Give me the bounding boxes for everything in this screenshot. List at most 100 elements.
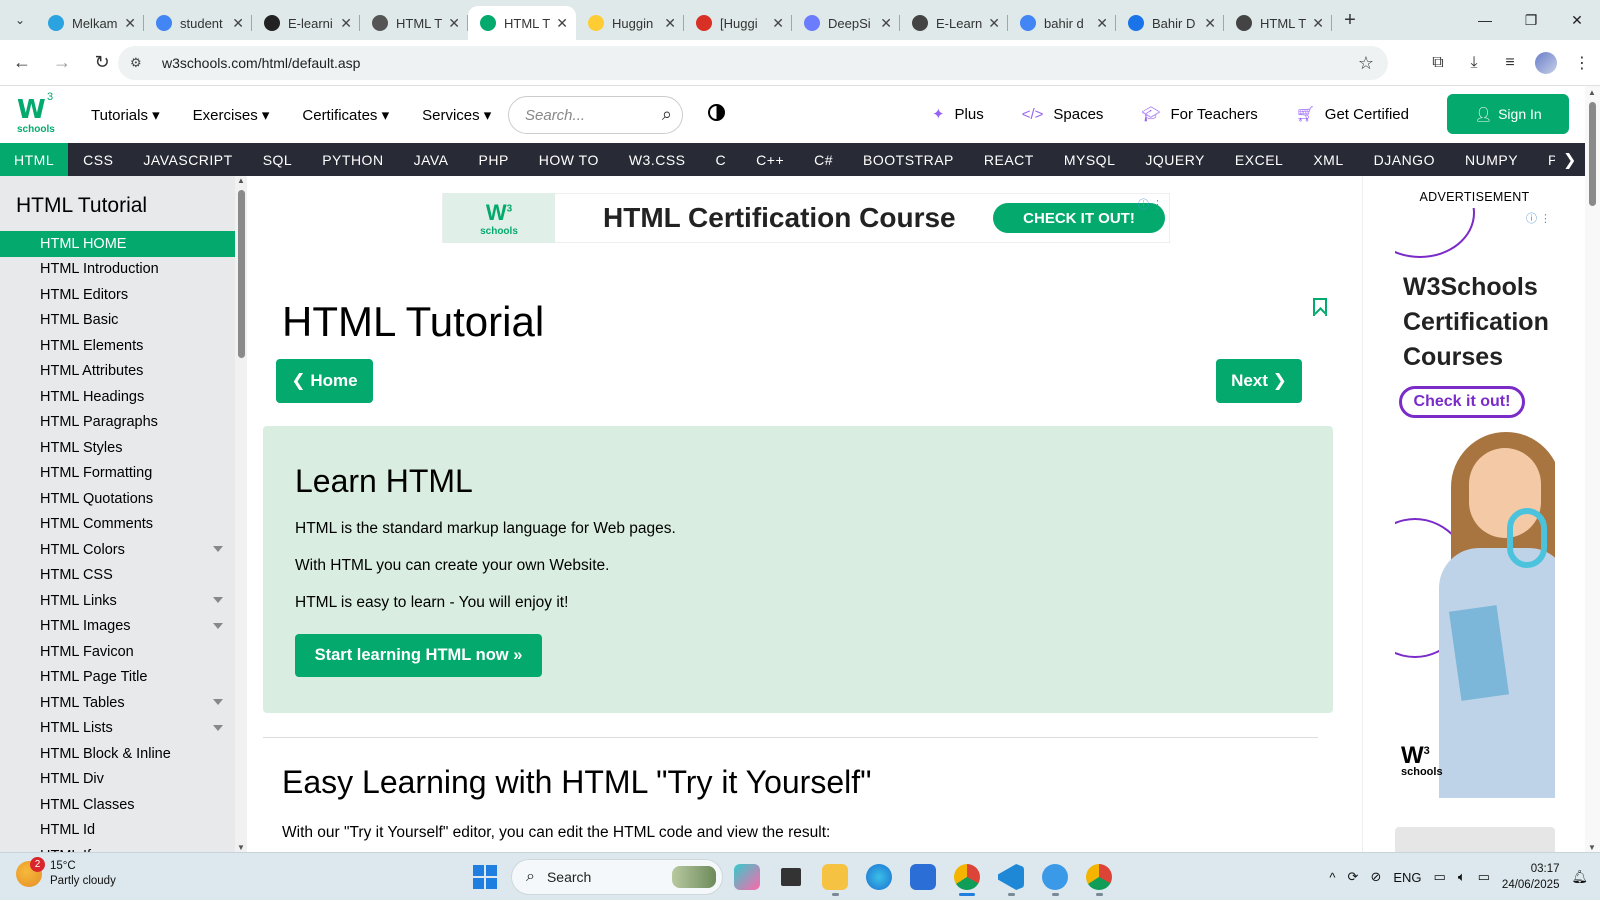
sidebar-item[interactable]: HTML Links	[0, 588, 235, 614]
close-window-button[interactable]: ✕	[1554, 0, 1600, 40]
subject-tab[interactable]: JQUERY	[1130, 143, 1220, 176]
sidebar-item[interactable]: HTML Comments	[0, 512, 235, 538]
sidebar-scroll-thumb[interactable]	[238, 190, 245, 358]
task-view-icon[interactable]	[771, 857, 811, 897]
close-tab-icon[interactable]: ✕	[880, 15, 892, 32]
w3-menu-item[interactable]: Tutorials ▾	[91, 106, 160, 124]
sync-icon[interactable]: ⟳	[1348, 869, 1359, 885]
browser-tab[interactable]: [Huggi ✕	[684, 6, 792, 40]
w3schools-logo[interactable]: W 3 schools	[17, 91, 57, 135]
browser-tab[interactable]: HTML T ✕	[468, 6, 576, 40]
vscode-app-icon[interactable]	[991, 857, 1031, 897]
bookmark-star-icon[interactable]: ☆	[1358, 53, 1374, 74]
scroll-down-arrow-icon[interactable]: ▼	[237, 843, 245, 852]
volume-icon[interactable]: 🔈︎	[1458, 869, 1466, 885]
search-icon[interactable]: ⌕	[662, 104, 672, 125]
chrome-profile-app-icon[interactable]	[1079, 857, 1119, 897]
windows-start-icon[interactable]	[473, 865, 497, 889]
certification-ad-banner[interactable]: W3 schools HTML Certification Course CHE…	[442, 193, 1170, 243]
chrome-app-icon[interactable]	[947, 857, 987, 897]
sidebar-item[interactable]: HTML Colors	[0, 537, 235, 563]
page-scroll-thumb[interactable]	[1589, 102, 1596, 206]
sidebar-item[interactable]: HTML Lists	[0, 716, 235, 742]
close-tab-icon[interactable]: ✕	[340, 15, 352, 32]
scroll-down-arrow-icon[interactable]: ▼	[1588, 843, 1596, 852]
close-tab-icon[interactable]: ✕	[664, 15, 676, 32]
display-icon[interactable]: ▭	[1434, 869, 1446, 885]
browser-tab[interactable]: HTML T ✕	[1224, 6, 1332, 40]
sidebar-item[interactable]: HTML Favicon	[0, 639, 235, 665]
browser-tab[interactable]: Bahir D ✕	[1116, 6, 1224, 40]
subject-tab[interactable]: HOW TO	[524, 143, 614, 176]
close-tab-icon[interactable]: ✕	[232, 15, 244, 32]
language-indicator[interactable]: ENG	[1393, 870, 1421, 885]
browser-tab[interactable]: student ✕	[144, 6, 252, 40]
sidebar-item[interactable]: HTML Iframes	[0, 843, 235, 852]
browser-tab[interactable]: Melkam ✕	[36, 6, 144, 40]
file-explorer-icon[interactable]	[815, 857, 855, 897]
expand-caret-icon[interactable]	[213, 546, 223, 552]
sidebar-item[interactable]: HTML Id	[0, 818, 235, 844]
browser-tab[interactable]: Huggin ✕	[576, 6, 684, 40]
tab-search-chevron-icon[interactable]: ⌄	[4, 6, 36, 34]
expand-caret-icon[interactable]	[213, 622, 223, 629]
sidebar-item[interactable]: HTML HOME	[0, 231, 235, 257]
close-tab-icon[interactable]: ✕	[988, 15, 1000, 32]
extensions-icon[interactable]: ⧉	[1420, 46, 1456, 80]
w3-link-get-certified[interactable]: 🛒︎ Get Certified	[1296, 105, 1409, 124]
subject-tab[interactable]: MYSQL	[1049, 143, 1131, 176]
start-learning-button[interactable]: Start learning HTML now »	[295, 634, 542, 677]
sidebar-item[interactable]: HTML Introduction	[0, 257, 235, 283]
address-bar[interactable]: ⚙ w3schools.com/html/default.asp ☆	[118, 46, 1388, 80]
subject-tab[interactable]: PYTHON	[307, 143, 398, 176]
sidebar-item[interactable]: HTML Block & Inline	[0, 741, 235, 767]
close-tab-icon[interactable]: ✕	[556, 15, 568, 32]
skyscraper-ad[interactable]: ⓘ ⋮ W3Schools Certification Courses Chec…	[1395, 208, 1555, 798]
subject-tab[interactable]: XML	[1298, 143, 1358, 176]
expand-caret-icon[interactable]	[213, 597, 223, 603]
sidebar-scrollbar[interactable]: ▲ ▼	[235, 176, 247, 852]
sidebar-item[interactable]: HTML Images	[0, 614, 235, 640]
media-control-icon[interactable]: ≡	[1492, 46, 1528, 80]
network-off-icon[interactable]: ⊘	[1370, 869, 1381, 885]
browser-tab[interactable]: E-learni ✕	[252, 6, 360, 40]
back-button[interactable]: ←	[4, 45, 40, 81]
sidebar-item[interactable]: HTML Headings	[0, 384, 235, 410]
ad-info-icon[interactable]: ⓘ ⋮	[1138, 196, 1163, 212]
bookmark-icon[interactable]	[1313, 298, 1327, 316]
sidebar-item[interactable]: HTML Elements	[0, 333, 235, 359]
next-button[interactable]: Next ❯	[1216, 359, 1302, 403]
taskbar-search-box[interactable]: ⌕ Search	[511, 859, 723, 895]
sign-in-button[interactable]: 👤︎ Sign In	[1447, 94, 1569, 134]
expand-caret-icon[interactable]	[213, 699, 223, 705]
show-hidden-icons-chevron-icon[interactable]: ^	[1329, 870, 1335, 885]
subject-tab[interactable]: C#	[799, 143, 848, 176]
close-tab-icon[interactable]: ✕	[124, 15, 136, 32]
weather-widget[interactable]: 2 15°C Partly cloudy	[16, 857, 116, 889]
page-scrollbar[interactable]: ▲ ▼	[1585, 86, 1600, 852]
close-tab-icon[interactable]: ✕	[1312, 15, 1324, 32]
browser-tab[interactable]: DeepSi ✕	[792, 6, 900, 40]
sidebar-item[interactable]: HTML Div	[0, 767, 235, 793]
profile-avatar[interactable]	[1535, 52, 1557, 74]
reload-button[interactable]: ↻	[84, 45, 120, 81]
subject-tab[interactable]: HTML	[0, 143, 69, 176]
subject-tab[interactable]: JAVASCRIPT	[128, 143, 247, 176]
forward-button[interactable]: →	[44, 45, 80, 81]
browser-tab[interactable]: E-Learn ✕	[900, 6, 1008, 40]
browser-menu-icon[interactable]: ⋮	[1564, 46, 1600, 80]
subject-tab[interactable]: DJANGO	[1359, 143, 1450, 176]
sidebar-item[interactable]: HTML Styles	[0, 435, 235, 461]
copilot-app-icon[interactable]	[727, 857, 767, 897]
sidebar-item[interactable]: HTML CSS	[0, 563, 235, 589]
sidebar-item[interactable]: HTML Tables	[0, 690, 235, 716]
scroll-up-arrow-icon[interactable]: ▲	[237, 176, 245, 185]
scroll-up-arrow-icon[interactable]: ▲	[1588, 88, 1596, 97]
close-tab-icon[interactable]: ✕	[1096, 15, 1108, 32]
sky-ad-cta-button[interactable]: Check it out!	[1399, 386, 1525, 418]
network-app-icon[interactable]	[1035, 857, 1075, 897]
subject-tab[interactable]: PHP	[464, 143, 524, 176]
notification-bell-icon[interactable]: 🔔︎	[1571, 869, 1588, 885]
system-clock[interactable]: 03:17 24/06/2025	[1502, 861, 1560, 893]
sidebar-item[interactable]: HTML Paragraphs	[0, 410, 235, 436]
